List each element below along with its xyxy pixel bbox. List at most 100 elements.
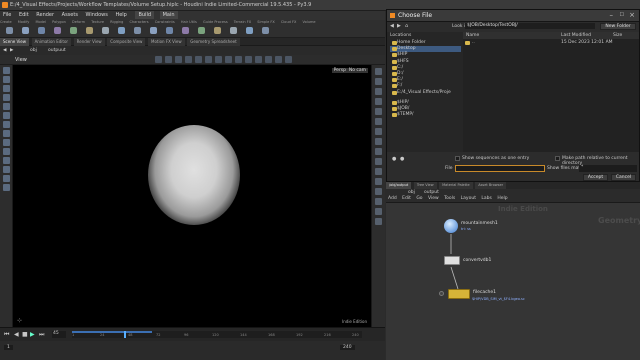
path-node[interactable]: outpuut [48,48,66,53]
rotate-tool-icon[interactable] [2,85,10,92]
home-icon[interactable]: ⌂ [405,23,408,29]
points-icon[interactable] [375,108,382,115]
current-frame[interactable]: 45 [52,331,66,338]
fog-icon[interactable] [375,168,382,175]
background-icon[interactable] [375,138,382,145]
menu-windows[interactable]: Windows [83,11,111,19]
menu-render[interactable]: Render [33,11,57,19]
filecache-node[interactable]: filecache1 $HIP/VDB_SIM_vt_$F4.bgeo.sc [439,289,525,301]
shadow-icon[interactable] [375,158,382,165]
cancel-button[interactable]: Cancel [611,174,636,181]
scale-tool-icon[interactable] [2,94,10,101]
path-obj[interactable]: obj [30,48,37,53]
template-icon[interactable] [375,198,382,205]
snapshot-icon[interactable] [375,218,382,225]
range-end[interactable]: 240 [340,345,355,350]
shelf-tab[interactable]: Texture [91,20,104,24]
hide-icon[interactable] [375,178,382,185]
location-item[interactable]: E:/4_Visual Effects/Proje [390,90,461,96]
brush-tool-icon[interactable] [2,139,10,146]
minimize-icon[interactable]: – [610,11,614,19]
tab-render-view[interactable]: Render View [73,38,105,46]
snap-tool-icon[interactable] [2,130,10,137]
viewport-option-icon[interactable] [245,56,252,63]
shelf-tab[interactable]: Deform [72,20,85,24]
tab-geometry-spreadsheet[interactable]: Geometry Spreadsheet [187,38,240,46]
zoom-in-icon[interactable]: ● [400,156,404,162]
shelf-tab[interactable]: Constraints [155,20,175,24]
viewport-option-icon[interactable] [165,56,172,63]
tab-composite-view[interactable]: Composite View [107,38,146,46]
location-item[interactable]: $HFS [390,59,461,65]
file-row[interactable]: .. 15 Dec 2023 12:01 AM [463,40,639,46]
persp-menu[interactable]: Persp [331,68,348,73]
viewport-option-icon[interactable] [235,56,242,63]
zoom-out-icon[interactable]: ● [392,156,396,162]
location-item[interactable]: $HIP/ [390,100,461,106]
shelf-tab[interactable]: Guide Process [203,20,228,24]
tab-motion-fx-view[interactable]: Motion FX View [148,38,185,46]
column-size[interactable]: Size [613,33,622,38]
lighting-icon[interactable] [375,148,382,155]
range-start[interactable]: 1 [4,345,13,350]
stop-icon[interactable]: ■ [22,331,28,338]
shelf-tab[interactable]: Terrain FX [234,20,251,24]
location-item[interactable]: $TEMP/ [390,112,461,118]
accept-button[interactable]: Accept [583,174,608,181]
look-in-field[interactable]: $JOB/Desktop/TestOBJ/ [465,23,595,29]
file-input[interactable] [455,165,545,172]
view-tool-icon[interactable] [2,121,10,128]
shelf-tab[interactable]: Cloud FX [281,20,297,24]
maximize-icon[interactable]: ☐ [620,12,624,18]
menu-file[interactable]: File [0,11,14,19]
pose-tool-icon[interactable] [2,112,10,119]
back-icon[interactable]: ◀ [390,23,394,29]
show-sequences-checkbox[interactable] [455,156,460,161]
play-icon[interactable]: ▶ [30,331,35,338]
shelf-tab[interactable]: Characters [130,20,149,24]
play-reverse-icon[interactable]: ◀ [14,331,19,338]
make-relative-checkbox[interactable] [555,156,560,161]
viewport-option-icon[interactable] [285,56,292,63]
tab-scene-view[interactable]: Scene View [0,38,29,46]
xray-icon[interactable] [375,208,382,215]
viewport-option-icon[interactable] [225,56,232,63]
camera-menu[interactable]: No cam [346,68,368,73]
render-region-icon[interactable] [2,148,10,155]
location-item[interactable]: $HIP [390,52,461,58]
viewport-option-icon[interactable] [255,56,262,63]
shelf-tab[interactable]: Hair Utils [181,20,197,24]
display-options-icon[interactable] [375,68,382,75]
grid-icon[interactable] [375,128,382,135]
shelf-tab[interactable]: Simple FX [257,20,274,24]
display-flag-icon[interactable] [439,291,444,296]
menu-help[interactable]: Help [112,11,129,19]
viewport-option-icon[interactable] [195,56,202,63]
play-forward-icon[interactable]: ⏭ [39,331,44,339]
timeline-track[interactable]: 1 24 48 72 96 120 144 168 192 216 240 [72,331,362,338]
scene-viewport[interactable]: Persp No cam Indie Edition ⊹ [13,65,371,327]
wireframe-icon[interactable] [375,88,382,95]
new-folder-button[interactable]: New Folder [600,23,636,30]
forward-arrow-icon[interactable]: ▶ [10,48,13,53]
show-matching-field[interactable]: * [579,165,637,172]
column-name[interactable]: Name [466,33,479,38]
shelf-tab[interactable]: Create [0,20,12,24]
keyframe-tool-icon[interactable] [2,175,10,182]
viewport-option-icon[interactable] [155,56,162,63]
move-tool-icon[interactable] [2,76,10,83]
menu-edit[interactable]: Edit [16,11,32,19]
location-item[interactable]: F:/ [390,83,461,89]
location-item[interactable]: C:/ [390,65,461,71]
back-arrow-icon[interactable]: ◀ [3,48,6,53]
column-modified[interactable]: Last Modified [561,33,591,38]
shaded-icon[interactable] [375,98,382,105]
shelf-tab[interactable]: Polygon [52,20,66,24]
forward-icon[interactable]: ▶ [397,23,401,29]
shelf-tab[interactable]: Rigging [110,20,123,24]
shelf-tab[interactable]: Model [36,20,47,24]
viewport-option-icon[interactable] [175,56,182,63]
shelf-tab[interactable]: Volume [303,20,316,24]
viewport-option-icon[interactable] [205,56,212,63]
shelf-tab[interactable]: Modify [18,20,30,24]
